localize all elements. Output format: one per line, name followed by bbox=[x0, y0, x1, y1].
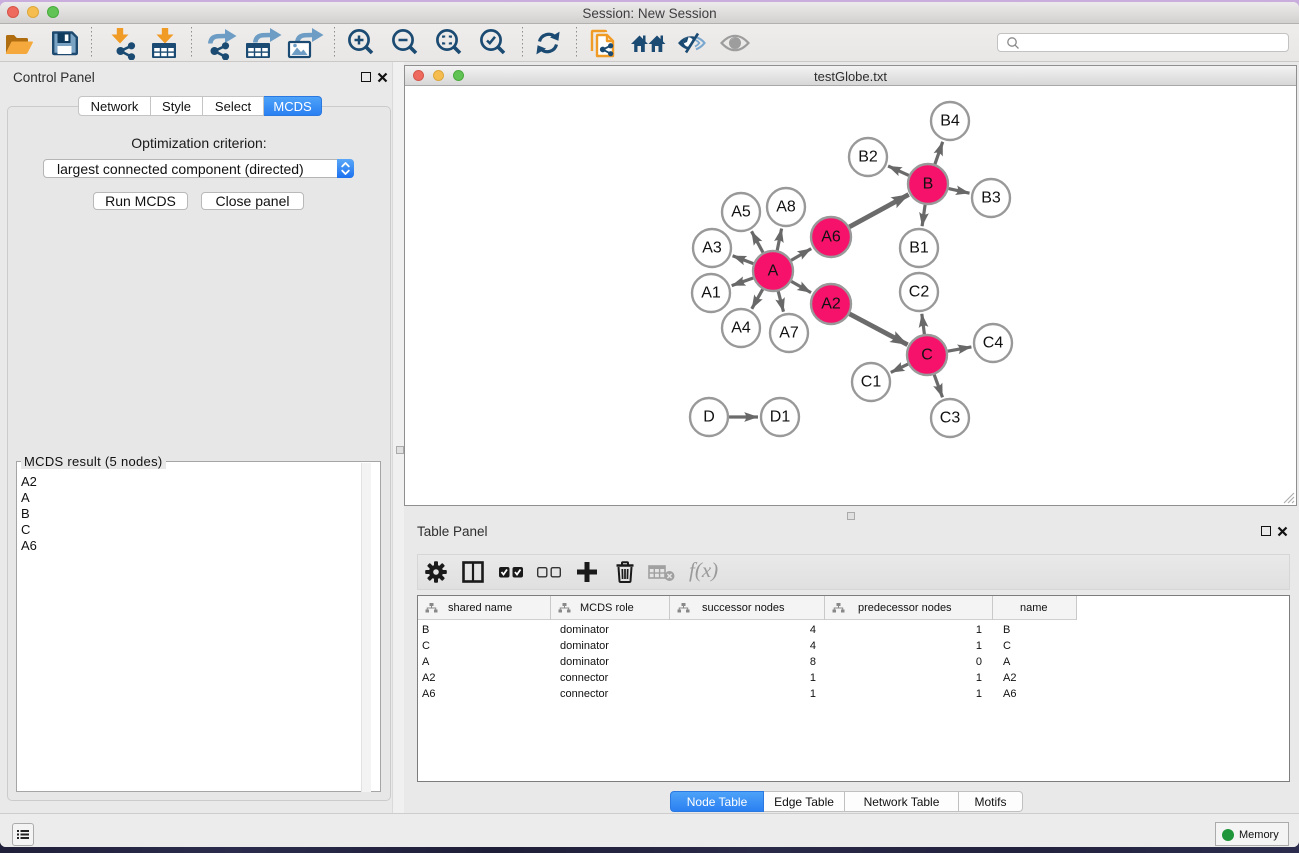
svg-text:A4: A4 bbox=[731, 320, 751, 337]
svg-text:D: D bbox=[703, 409, 715, 426]
svg-text:B2: B2 bbox=[858, 149, 878, 166]
svg-text:B3: B3 bbox=[981, 190, 1001, 207]
svg-text:D1: D1 bbox=[770, 409, 791, 426]
svg-text:A7: A7 bbox=[779, 325, 799, 342]
svg-text:A6: A6 bbox=[821, 229, 841, 246]
svg-text:C1: C1 bbox=[861, 374, 882, 391]
svg-text:B4: B4 bbox=[940, 113, 960, 130]
svg-text:A: A bbox=[768, 263, 779, 280]
svg-text:C: C bbox=[921, 347, 933, 364]
svg-text:B1: B1 bbox=[909, 240, 929, 257]
svg-text:A2: A2 bbox=[821, 296, 841, 313]
svg-text:A1: A1 bbox=[701, 285, 721, 302]
svg-text:A8: A8 bbox=[776, 199, 796, 216]
svg-text:B: B bbox=[923, 176, 934, 193]
svg-text:C3: C3 bbox=[940, 410, 961, 427]
svg-text:A3: A3 bbox=[702, 240, 722, 257]
svg-text:A5: A5 bbox=[731, 204, 751, 221]
svg-text:C2: C2 bbox=[909, 284, 930, 301]
svg-text:C4: C4 bbox=[983, 335, 1004, 352]
